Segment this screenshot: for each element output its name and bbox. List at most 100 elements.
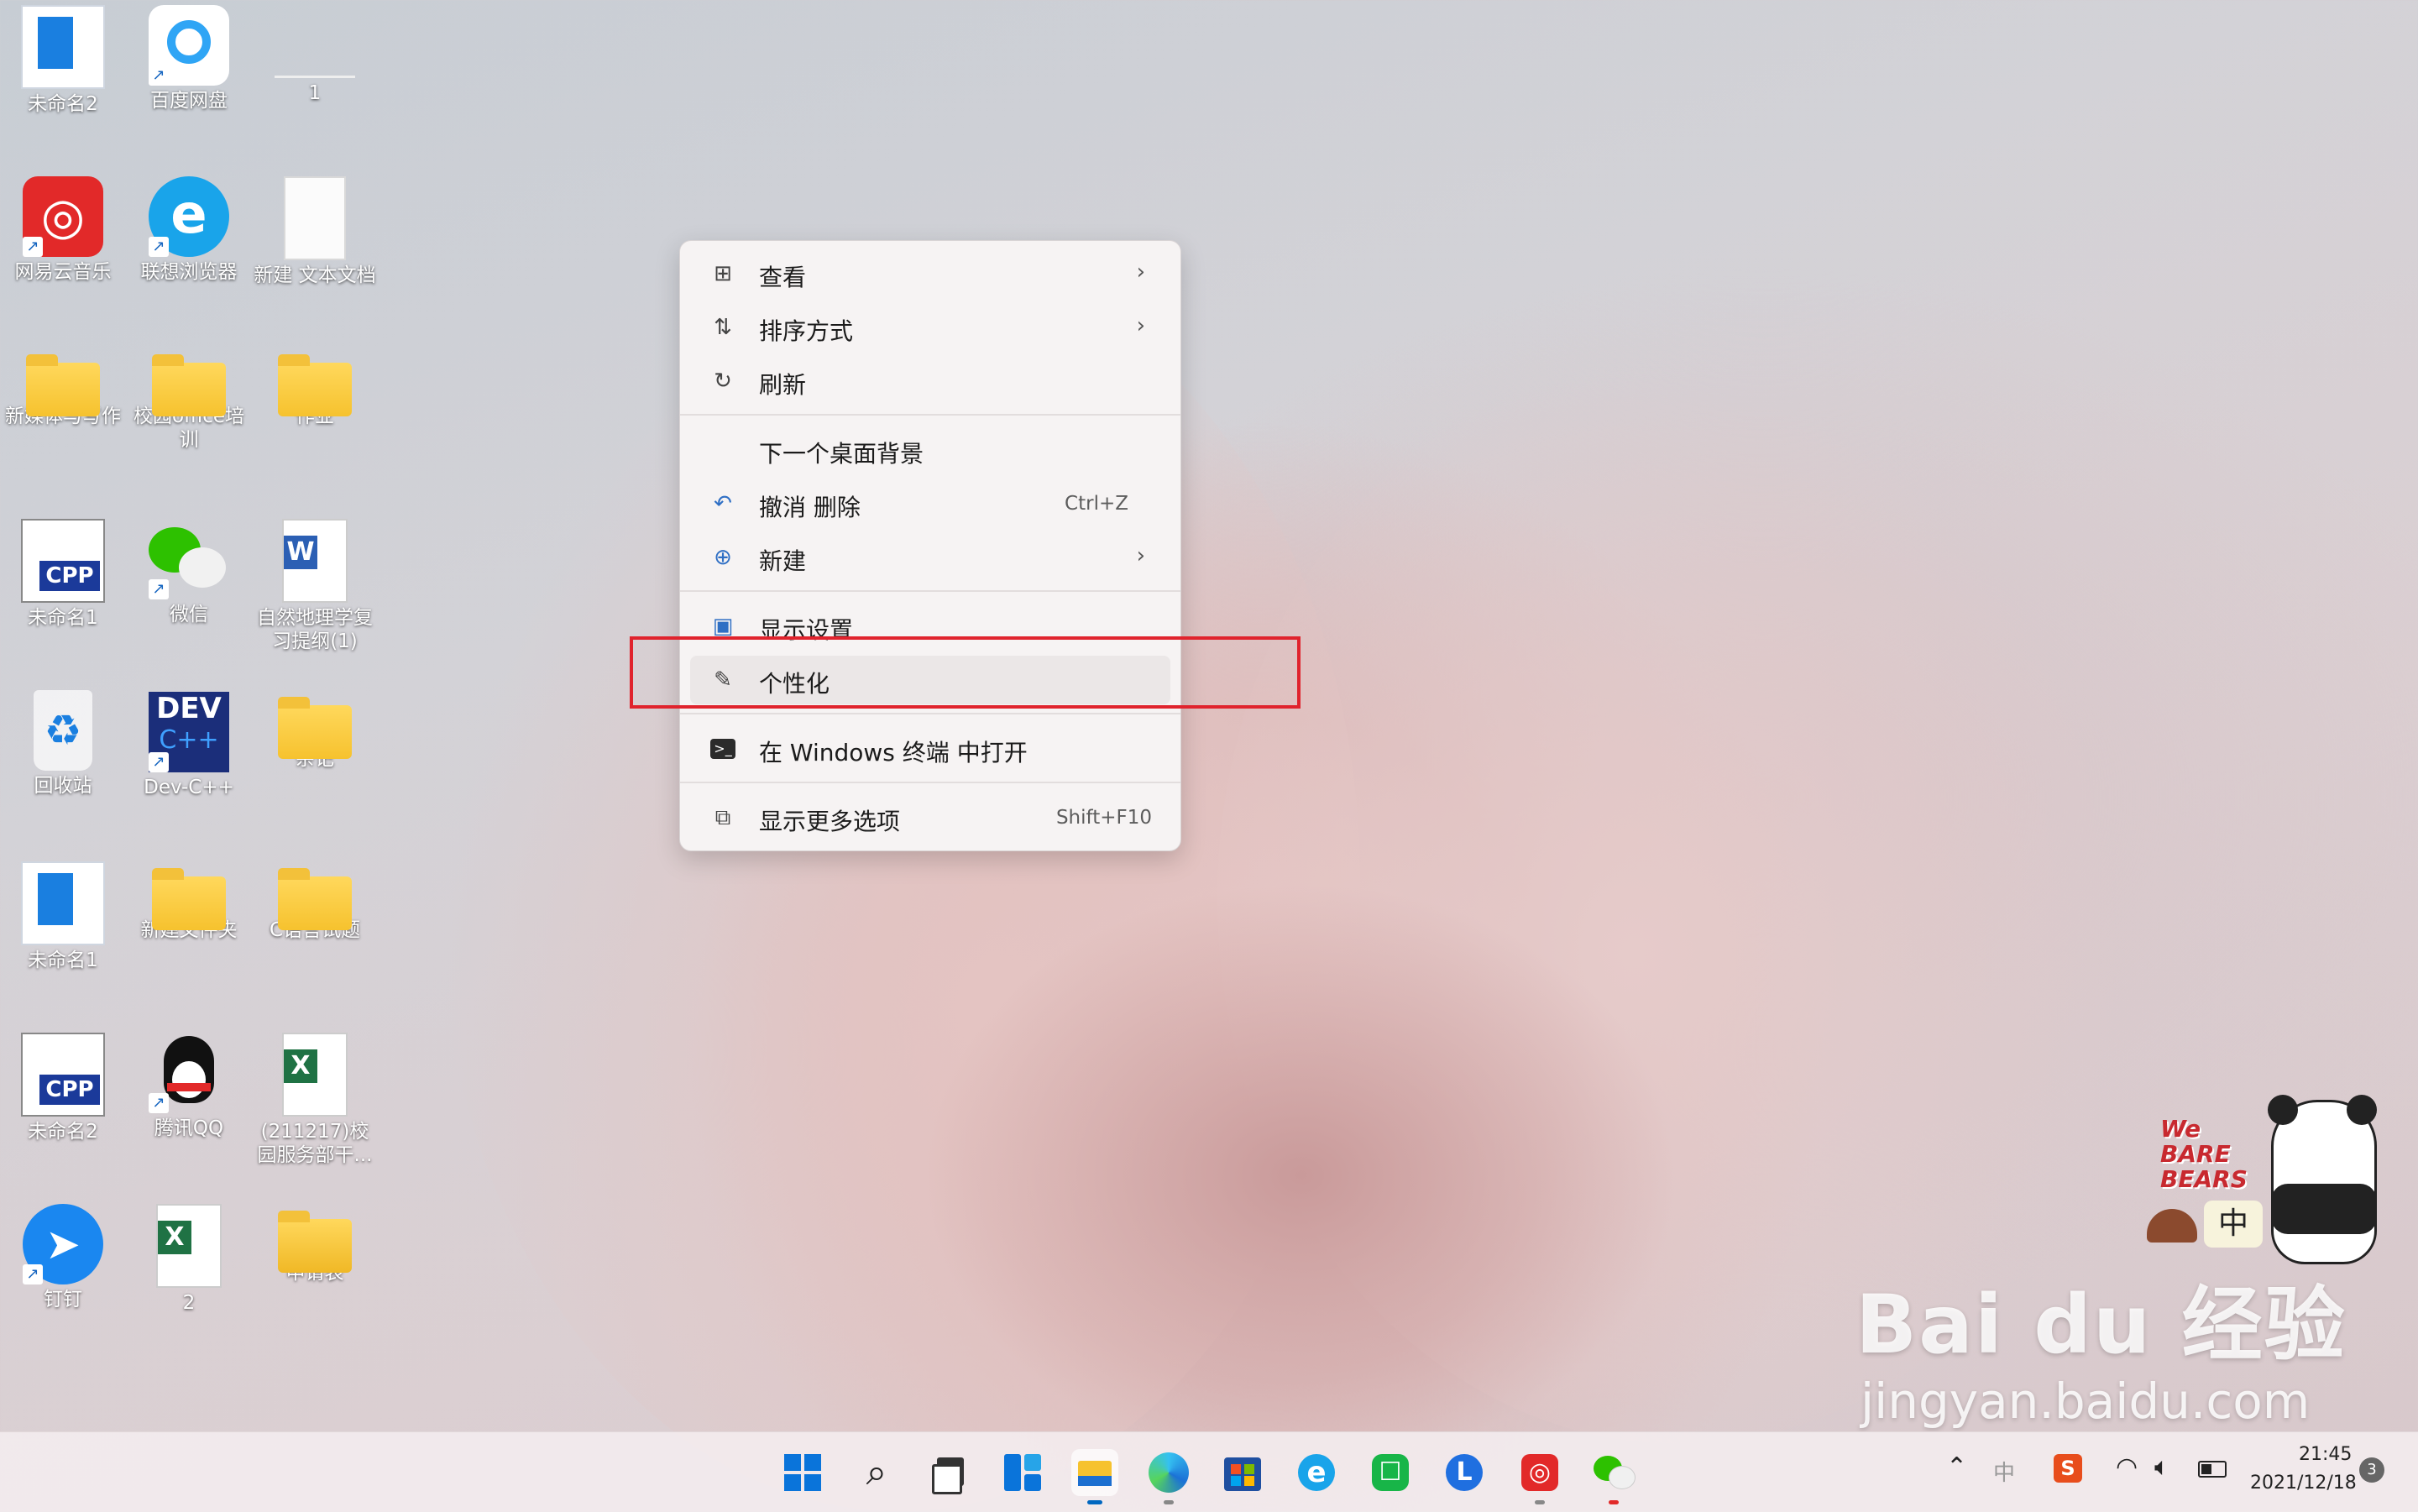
desktop-icon-label: 百度网盘	[150, 90, 228, 112]
panda-ear-icon	[2347, 1095, 2377, 1125]
menu-item-view[interactable]: ⊞ 查看 ›	[690, 249, 1170, 298]
desktop-icon-label: 自然地理学复习提纲(1)	[257, 607, 373, 652]
running-indicator	[1087, 1500, 1102, 1504]
menu-item-open-terminal[interactable]: >_ 在 Windows 终端 中打开	[690, 725, 1170, 773]
menu-item-next-background[interactable]: 下一个桌面背景	[690, 426, 1170, 474]
baidu-netdisk-icon: ↗	[149, 5, 229, 86]
watermark-url: jingyan.baidu.com	[1861, 1373, 2311, 1430]
desktop-icon[interactable]: 作业	[252, 343, 378, 428]
store-icon[interactable]	[1219, 1449, 1266, 1496]
desktop-icon[interactable]: CPP 未命名1	[0, 514, 126, 630]
baidu-watermark: Bai du 经验 jingyan.baidu.com	[1855, 1259, 2347, 1430]
word-file-icon: W	[282, 519, 348, 603]
new-plus-icon: ⊕	[714, 545, 732, 570]
desktop-icon-label: 未命名2	[28, 1121, 98, 1143]
running-indicator	[1609, 1500, 1619, 1504]
desktop-icon[interactable]: 1	[252, 0, 378, 105]
folder-icon	[152, 868, 226, 930]
cpp-file-icon: CPP	[21, 519, 105, 603]
ime-indicator[interactable]: 中	[1993, 1456, 2015, 1487]
desktop-icon-label: 未命名1	[28, 607, 98, 629]
shortcut-arrow-icon: ↗	[149, 579, 169, 599]
desktop-icon[interactable]: X (211217)校园服务部干...	[252, 1028, 378, 1167]
grid-view-icon: ⊞	[714, 261, 732, 286]
widgets-icon[interactable]	[999, 1449, 1046, 1496]
menu-item-new[interactable]: ⊕ 新建 ›	[690, 533, 1170, 582]
start-icon[interactable]	[779, 1449, 826, 1496]
menu-item-label: 查看	[759, 264, 807, 291]
menu-item-label: 排序方式	[759, 317, 854, 345]
text-file-icon	[284, 176, 346, 260]
menu-item-undo-delete[interactable]: ↶ 撤消 删除 Ctrl+Z	[690, 479, 1170, 528]
desktop-icon-label: 钉钉	[44, 1289, 82, 1311]
desktop-icon[interactable]: ◎ ↗ 网易云音乐	[0, 171, 126, 284]
desktop-icon-grid: 未命名2 ↗ 百度网盘 1 ◎ ↗ 网易云音乐 e ↗ 联想浏览器 新建 文本文档新媒体与写作 校园o…	[0, 0, 386, 1427]
bear-brand-label: We BARE BEARS	[2160, 1115, 2248, 1193]
desktop-icon[interactable]: 杂记	[252, 685, 378, 771]
desktop-icon[interactable]: ♻ 回收站	[0, 685, 126, 798]
cpp-file-icon: CPP	[21, 1033, 105, 1117]
wechat-icon[interactable]	[1590, 1449, 1637, 1504]
desktop-icon[interactable]: CPP 未命名2	[0, 1028, 126, 1143]
desktop-icon[interactable]: ➤ ↗ 钉钉	[0, 1199, 126, 1311]
edge-icon[interactable]	[1145, 1449, 1192, 1504]
clock-time[interactable]: 21:45	[2299, 1444, 2352, 1465]
menu-separator	[680, 713, 1180, 714]
menu-separator	[680, 590, 1180, 592]
file-explorer-icon[interactable]	[1071, 1449, 1118, 1504]
desktop-icon[interactable]: 校园office培训	[126, 343, 252, 452]
clock-date[interactable]: 2021/12/18	[2250, 1473, 2357, 1494]
lenovo-l-icon[interactable]: L	[1441, 1449, 1488, 1496]
desktop-icon[interactable]: 新建文件夹	[126, 856, 252, 942]
desktop-icon-label: 2	[182, 1292, 196, 1314]
zip-folder-icon	[278, 1211, 352, 1273]
terminal-icon: >_	[710, 739, 735, 759]
desktop-icon[interactable]: 申请表	[252, 1199, 378, 1284]
desktop-icon[interactable]: W 自然地理学复习提纲(1)	[252, 514, 378, 653]
menu-item-sort[interactable]: ⇅ 排序方式 ›	[690, 303, 1170, 352]
menu-item-label: 显示更多选项	[759, 808, 901, 835]
volume-icon[interactable]: 🔈︎	[2154, 1452, 2169, 1482]
notification-badge[interactable]: 3	[2359, 1457, 2384, 1483]
sogou-ime-icon[interactable]: S	[2054, 1454, 2082, 1483]
panda-ear-icon	[2268, 1095, 2298, 1125]
desktop-icon[interactable]: 未命名1	[0, 856, 126, 972]
menu-item-label: 撤消 删除	[759, 494, 861, 521]
show-hidden-icons-chevron-icon[interactable]: ⌃	[1946, 1452, 1967, 1482]
menu-item-refresh[interactable]: ↻ 刷新	[690, 357, 1170, 405]
shortcut-arrow-icon: ↗	[149, 1093, 169, 1113]
menu-item-label: 在 Windows 终端 中打开	[759, 739, 1028, 766]
task-view-icon[interactable]	[925, 1449, 972, 1496]
netease-music-icon[interactable]: ◎	[1516, 1449, 1563, 1504]
folder-icon	[278, 868, 352, 930]
more-options-icon: ⧉	[714, 805, 731, 830]
desktop-icon[interactable]: 未命名2	[0, 0, 126, 116]
folder-icon	[278, 697, 352, 759]
folder-icon	[278, 354, 352, 416]
lenovo-browser-icon[interactable]: e	[1293, 1449, 1340, 1496]
desktop-icon[interactable]: 新媒体与写作	[0, 343, 126, 428]
desktop-icon[interactable]: ↗ 腾讯QQ	[126, 1028, 252, 1140]
desktop-icon[interactable]: DEV C++ ↗ Dev-C++	[126, 685, 252, 799]
desktop-icon[interactable]: 新建 文本文档	[252, 171, 378, 287]
wifi-icon[interactable]: ◠	[2116, 1452, 2138, 1482]
excel-file-icon: X	[156, 1204, 222, 1288]
desktop-icon[interactable]: e ↗ 联想浏览器	[126, 171, 252, 284]
desktop-icon[interactable]: C语言试题	[252, 856, 378, 942]
menu-item-show-more[interactable]: ⧉ 显示更多选项 Shift+F10	[690, 793, 1170, 842]
wechat-work-icon[interactable]: ☐	[1367, 1449, 1414, 1496]
desktop-icon[interactable]: X2	[126, 1199, 252, 1315]
lenovo-browser-icon: e ↗	[149, 176, 229, 257]
blank-file-icon	[275, 42, 355, 78]
wechat-icon: ↗	[149, 519, 229, 599]
desktop-icon-label: 未命名2	[28, 93, 98, 115]
desktop-icon-label: 联想浏览器	[140, 261, 238, 283]
desktop-context-menu: ⊞ 查看 › ⇅ 排序方式 › ↻ 刷新 下一个桌面背景 ↶ 撤消 删除 Ctr…	[679, 240, 1181, 851]
desktop-icon[interactable]: ↗ 微信	[126, 514, 252, 626]
desktop-icon-label: (211217)校园服务部干...	[257, 1121, 373, 1166]
desktop-icon[interactable]: ↗ 百度网盘	[126, 0, 252, 112]
shortcut-arrow-icon: ↗	[149, 237, 169, 257]
desktop-icon-label: 腾讯QQ	[154, 1117, 224, 1139]
search-icon[interactable]: ⌕	[853, 1449, 900, 1496]
battery-icon[interactable]	[2198, 1461, 2227, 1478]
